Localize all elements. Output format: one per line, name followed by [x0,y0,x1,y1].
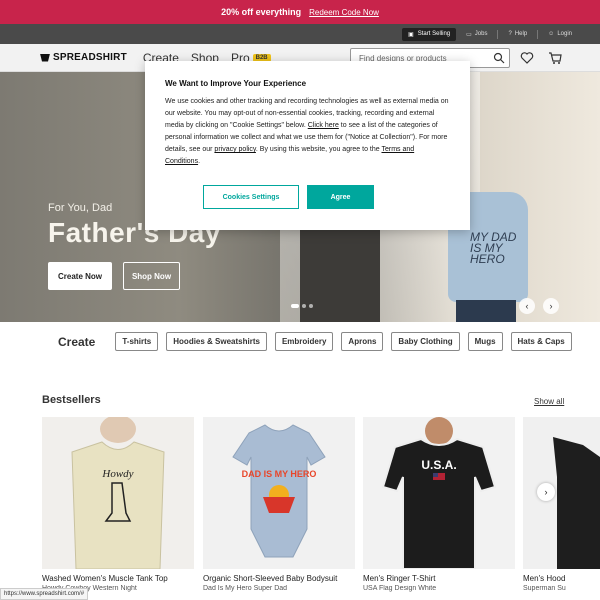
chevron-right-icon: › [544,487,548,497]
ringer-tshirt-image: U.S.A. [363,417,515,569]
product-card[interactable]: U.S.A. Men's Ringer T-Shirt USA Flag Des… [363,417,515,592]
login-label: Login [557,31,572,37]
agree-button[interactable]: Agree [307,185,374,209]
product-image[interactable] [523,417,600,569]
cookie-settings-button[interactable]: Cookies Settings [203,185,299,209]
hoodie-image [523,417,600,569]
tank-top-image: Howdy [42,417,194,569]
product-card[interactable]: DAD IS MY HERO Organic Short-Sleeved Bab… [203,417,355,592]
carousel-dots [291,304,313,308]
product-design: Superman Su [523,585,566,592]
chip-baby-clothing[interactable]: Baby Clothing [391,332,460,351]
privacy-policy-link[interactable]: privacy policy [214,146,256,153]
help-link[interactable]: ? Help [508,31,527,37]
carousel-next-button[interactable]: › [543,298,559,314]
heart-icon[interactable] [520,51,534,65]
logo-text: SPREADSHIRT [53,52,127,63]
bestsellers-title: Bestsellers [42,394,101,406]
search-icon[interactable] [493,52,505,64]
create-now-button[interactable]: Create Now [48,262,112,290]
product-name[interactable]: Men's Hood [523,574,600,583]
product-name[interactable]: Men's Ringer T-Shirt [363,574,515,583]
carousel-dot[interactable] [302,304,306,308]
divider [497,29,499,39]
promo-bar: 20% off everything Redeem Code Now [0,0,600,24]
logo-mark-icon [40,53,50,62]
chip-hoodies[interactable]: Hoodies & Sweatshirts [166,332,267,351]
start-selling-button[interactable]: ▣ Start Selling [402,27,457,41]
hero-subtitle: For You, Dad [48,202,113,214]
tshirt-art-text: U.S.A. [421,458,456,472]
tank-top-art-text: Howdy [101,468,133,480]
bodysuit-art-text: DAD IS MY HERO [242,469,317,479]
show-all-link[interactable]: Show all [534,397,564,406]
dialog-buttons: Cookies Settings Agree [203,185,374,209]
chip-mugs[interactable]: Mugs [467,332,503,351]
chevron-left-icon: ‹ [525,301,529,311]
chip-t-shirts[interactable]: T-shirts [115,332,159,351]
baby-bodysuit-image: DAD IS MY HERO [203,417,355,569]
spreadshirt-logo[interactable]: SPREADSHIRT [40,52,127,63]
carousel-dot[interactable] [291,304,299,308]
chip-hats-caps[interactable]: Hats & Caps [510,332,572,351]
kid-shirt-text: MY DAD IS MY HERO [470,230,517,266]
cookie-consent-dialog: We Want to Improve Your Experience We us… [145,61,470,230]
chevron-right-icon: › [549,301,553,311]
dialog-body-text: . [198,158,201,165]
redeem-code-link[interactable]: Redeem Code Now [309,8,379,17]
carousel-prev-button[interactable]: ‹ [519,298,535,314]
status-url: https://www.spreadshirt.com/# [0,588,89,600]
product-design: Dad Is My Hero Super Dad [203,585,288,592]
carousel-dot[interactable] [309,304,313,308]
briefcase-icon: ▭ [466,31,472,38]
help-label: Help [514,31,528,37]
jobs-link[interactable]: ▭ Jobs [466,31,487,38]
product-card[interactable]: Men's Hood Superman Su [523,417,600,592]
product-image[interactable]: DAD IS MY HERO [203,417,355,569]
dialog-title: We Want to Improve Your Experience [165,79,307,88]
product-name[interactable]: Organic Short-Sleeved Baby Bodysuit [203,574,355,583]
dialog-body: We use cookies and other tracking and re… [165,96,450,168]
create-label: Create [58,334,96,349]
product-image[interactable]: U.S.A. [363,417,515,569]
click-here-link[interactable]: Click here [308,122,339,129]
login-link[interactable]: ☺ Login [548,31,572,37]
store-icon: ▣ [408,31,414,38]
dialog-body-text: . By using this website, you agree to th… [255,146,382,153]
product-image[interactable]: Howdy [42,417,194,569]
product-name[interactable]: Washed Women's Muscle Tank Top [42,574,194,583]
create-category-row: Create T-shirts Hoodies & Sweatshirts Em… [58,332,572,351]
shop-now-button[interactable]: Shop Now [123,262,180,290]
product-design: USA Flag Design White [363,585,437,592]
chip-embroidery[interactable]: Embroidery [274,332,334,351]
cart-icon[interactable] [548,51,562,65]
product-card[interactable]: Howdy Washed Women's Muscle Tank Top How… [42,417,194,592]
start-selling-label: Start Selling [417,31,451,37]
jobs-label: Jobs [474,31,488,37]
help-icon: ? [508,31,512,37]
promo-text: 20% off everything [221,7,302,17]
user-icon: ☺ [548,31,555,37]
divider [537,29,539,39]
bestsellers-next-button[interactable]: › [537,483,555,501]
utility-bar: ▣ Start Selling ▭ Jobs ? Help ☺ Login [0,24,600,44]
hero-figure-legs [456,300,516,322]
chip-aprons[interactable]: Aprons [341,332,384,351]
